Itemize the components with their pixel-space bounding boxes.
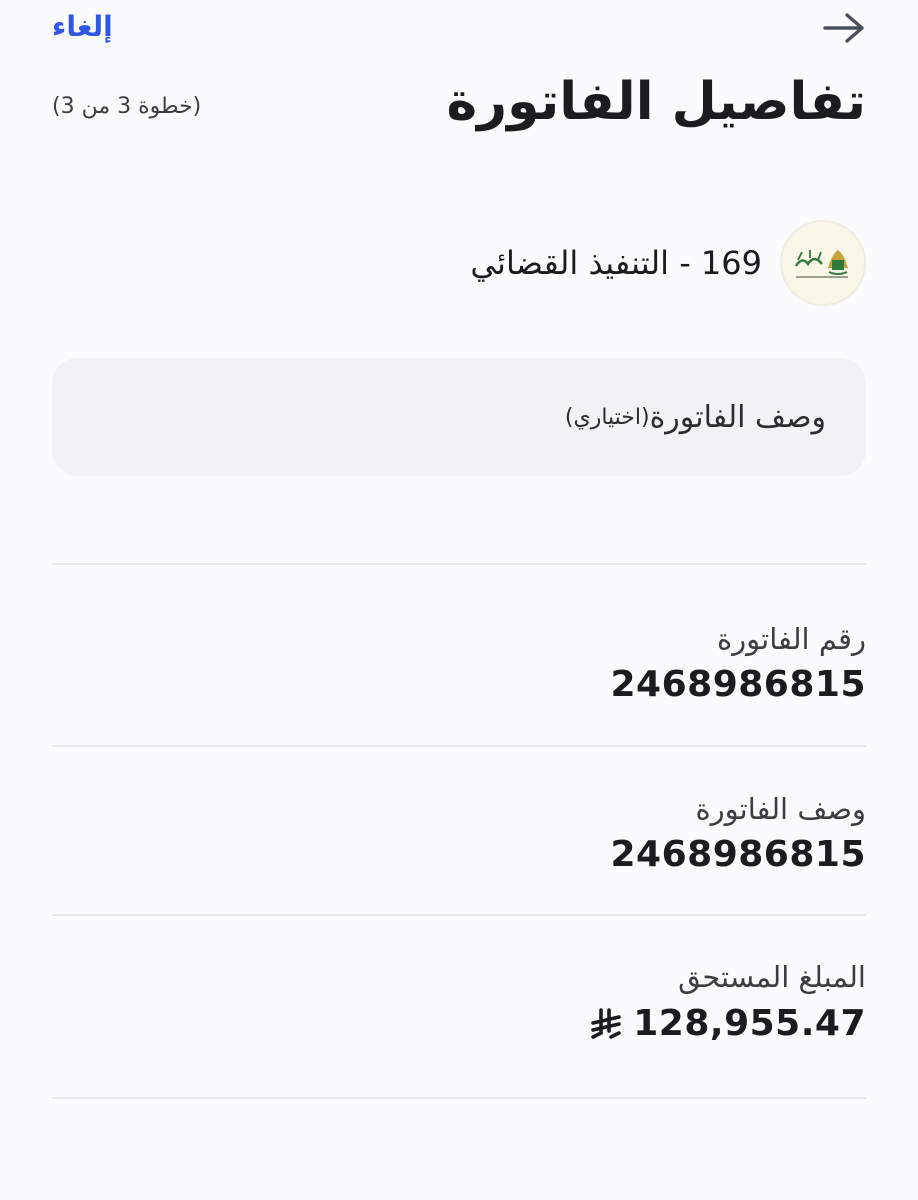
biller-row: 169 - التنفيذ القضائي	[470, 220, 866, 306]
invoice-details-screen: إلغاء تفاصيل الفاتورة (خطوة 3 من 3) 169 …	[0, 0, 918, 1200]
amount-due-row: 128,955.47	[589, 1003, 866, 1044]
invoice-description-label: وصف الفاتورة	[649, 399, 826, 435]
invoice-description-detail-label: وصف الفاتورة	[695, 792, 866, 826]
arrow-right-icon	[823, 13, 864, 43]
invoice-number-label: رقم الفاتورة	[716, 622, 866, 656]
invoice-description-input[interactable]: (اختياري) وصف الفاتورة	[52, 358, 866, 476]
divider	[52, 1097, 866, 1099]
cancel-button[interactable]: إلغاء	[52, 10, 113, 43]
back-button[interactable]	[820, 6, 868, 50]
divider	[52, 563, 866, 565]
invoice-description-detail-value: 2468986815	[610, 834, 866, 875]
ministry-of-justice-logo	[780, 220, 866, 306]
divider	[52, 745, 866, 747]
invoice-number-value: 2468986815	[610, 664, 866, 705]
divider	[52, 914, 866, 916]
amount-due-value: 128,955.47	[633, 1003, 866, 1044]
page-title: تفاصيل الفاتورة	[446, 72, 866, 132]
step-indicator: (خطوة 3 من 3)	[52, 94, 202, 119]
optional-hint: (اختياري)	[564, 404, 650, 430]
amount-due-label: المبلغ المستحق	[678, 960, 866, 994]
saudi-riyal-icon	[591, 1007, 622, 1039]
biller-name: 169 - التنفيذ القضائي	[470, 244, 762, 282]
